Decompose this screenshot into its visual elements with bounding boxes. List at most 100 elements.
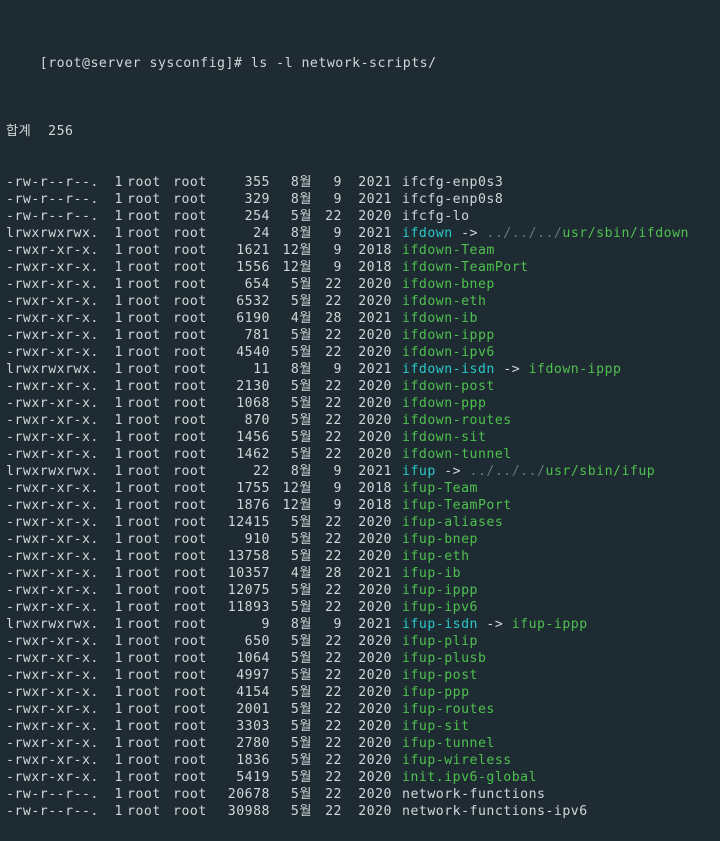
- year: 2020: [342, 718, 392, 735]
- year: 2020: [342, 633, 392, 650]
- exec-name: ifup-aliases: [402, 515, 503, 530]
- owner: root: [123, 344, 169, 361]
- file-row: -rwxr-xr-x.1rootroot18365월222020ifup-wir…: [6, 752, 714, 769]
- owner: root: [123, 599, 169, 616]
- month: 5월: [270, 548, 312, 565]
- day: 22: [312, 735, 342, 752]
- year: 2020: [342, 429, 392, 446]
- year: 2020: [342, 667, 392, 684]
- day: 22: [312, 344, 342, 361]
- year: 2021: [342, 310, 392, 327]
- file-name: ifup-ippp: [392, 583, 478, 598]
- size: 24: [215, 225, 270, 242]
- link-count: 1: [101, 480, 123, 497]
- link-count: 1: [101, 429, 123, 446]
- month: 12월: [270, 497, 312, 514]
- link-count: 1: [101, 208, 123, 225]
- day: 22: [312, 752, 342, 769]
- day: 9: [312, 361, 342, 378]
- exec-name: ifdown-ippp: [529, 362, 622, 377]
- year: 2020: [342, 344, 392, 361]
- file-name: ifdown-ppp: [392, 396, 486, 411]
- file-name: ifup-Team: [392, 481, 478, 496]
- exec-name: ifup-sit: [402, 719, 470, 734]
- permissions: -rwxr-xr-x.: [6, 480, 101, 497]
- size: 1462: [215, 446, 270, 463]
- year: 2020: [342, 327, 392, 344]
- file-row: -rwxr-xr-x.1rootroot61904월282021ifdown-i…: [6, 310, 714, 327]
- size: 4154: [215, 684, 270, 701]
- size: 910: [215, 531, 270, 548]
- year: 2020: [342, 378, 392, 395]
- file-name: ifdown-tunnel: [392, 447, 512, 462]
- file-row: lrwxrwxrwx.1rootroot248월92021ifdown -> .…: [6, 225, 714, 242]
- file-name: network-functions-ipv6: [392, 804, 588, 819]
- group: root: [169, 616, 215, 633]
- file-name: ifdown-bnep: [392, 277, 495, 292]
- permissions: -rwxr-xr-x.: [6, 310, 101, 327]
- owner: root: [123, 276, 169, 293]
- permissions: -rw-r--r--.: [6, 803, 101, 820]
- exec-name: ifdown-ipv6: [402, 345, 495, 360]
- year: 2020: [342, 208, 392, 225]
- group: root: [169, 548, 215, 565]
- year: 2020: [342, 531, 392, 548]
- size: 1064: [215, 650, 270, 667]
- permissions: -rwxr-xr-x.: [6, 769, 101, 786]
- file-row: -rw-r--r--.1rootroot3298월92021ifcfg-enp0…: [6, 191, 714, 208]
- group: root: [169, 684, 215, 701]
- owner: root: [123, 446, 169, 463]
- group: root: [169, 225, 215, 242]
- year: 2020: [342, 701, 392, 718]
- day: 9: [312, 191, 342, 208]
- file-row: -rwxr-xr-x.1rootroot65325월222020ifdown-e…: [6, 293, 714, 310]
- command-text: ls -l network-scripts/: [251, 56, 437, 71]
- month: 5월: [270, 735, 312, 752]
- size: 6532: [215, 293, 270, 310]
- text: ->: [436, 464, 470, 479]
- size: 6190: [215, 310, 270, 327]
- link-count: 1: [101, 463, 123, 480]
- size: 10357: [215, 565, 270, 582]
- file-name: ifdown-eth: [392, 294, 486, 309]
- file-row: -rwxr-xr-x.1rootroot6545월222020ifdown-bn…: [6, 276, 714, 293]
- link-count: 1: [101, 531, 123, 548]
- group: root: [169, 480, 215, 497]
- group: root: [169, 395, 215, 412]
- link-count: 1: [101, 259, 123, 276]
- size: 1556: [215, 259, 270, 276]
- owner: root: [123, 310, 169, 327]
- file-name: ifup-ib: [392, 566, 461, 581]
- size: 13758: [215, 548, 270, 565]
- terminal-window[interactable]: [root@server sysconfig]# ls -l network-s…: [0, 0, 720, 841]
- year: 2020: [342, 582, 392, 599]
- month: 4월: [270, 310, 312, 327]
- year: 2021: [342, 616, 392, 633]
- owner: root: [123, 582, 169, 599]
- file-name: ifup-plusb: [392, 651, 486, 666]
- file-row: -rwxr-xr-x.1rootroot120755월222020ifup-ip…: [6, 582, 714, 599]
- group: root: [169, 667, 215, 684]
- permissions: -rwxr-xr-x.: [6, 446, 101, 463]
- month: 5월: [270, 718, 312, 735]
- link-count: 1: [101, 395, 123, 412]
- owner: root: [123, 259, 169, 276]
- file-name: ifup-ppp: [392, 685, 470, 700]
- year: 2020: [342, 769, 392, 786]
- permissions: -rw-r--r--.: [6, 174, 101, 191]
- owner: root: [123, 769, 169, 786]
- permissions: -rwxr-xr-x.: [6, 667, 101, 684]
- permissions: -rwxr-xr-x.: [6, 718, 101, 735]
- size: 1068: [215, 395, 270, 412]
- month: 5월: [270, 514, 312, 531]
- day: 22: [312, 633, 342, 650]
- month: 5월: [270, 803, 312, 820]
- prompt-user: root: [48, 56, 82, 71]
- file-name: ifup-ipv6: [392, 600, 478, 615]
- size: 5419: [215, 769, 270, 786]
- month: 5월: [270, 633, 312, 650]
- year: 2020: [342, 548, 392, 565]
- link-count: 1: [101, 684, 123, 701]
- permissions: -rwxr-xr-x.: [6, 293, 101, 310]
- prompt-line: [root@server sysconfig]# ls -l network-s…: [6, 38, 714, 89]
